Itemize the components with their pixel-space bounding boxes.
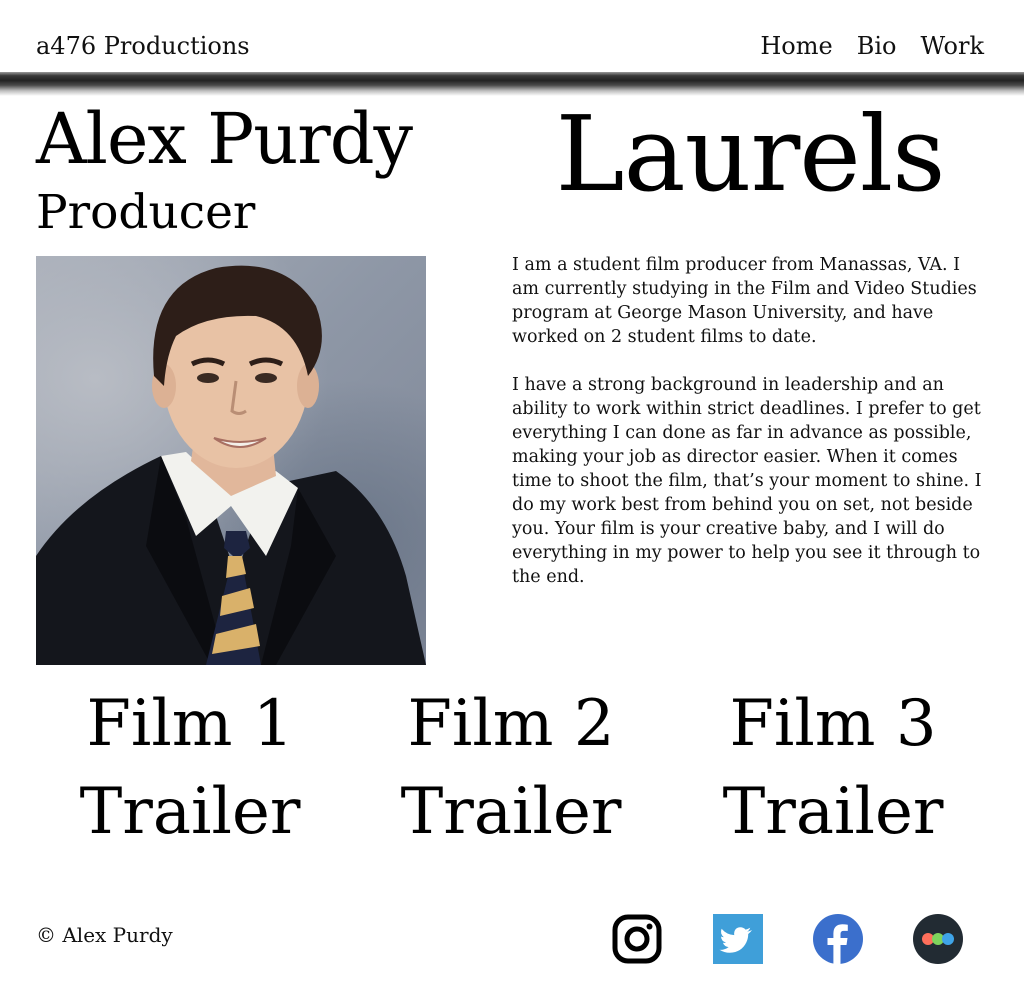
twitter-link[interactable]: [713, 914, 763, 964]
trailer-title: Film 1: [86, 687, 294, 761]
bio-paragraph-1: I am a student film producer from Manass…: [512, 255, 977, 347]
flickr-icon: [913, 914, 963, 964]
flickr-link[interactable]: [913, 914, 963, 964]
twitter-icon: [713, 914, 763, 964]
copyright-text: © Alex Purdy: [36, 923, 173, 947]
trailer-subtitle: Trailer: [79, 775, 301, 849]
facebook-icon: [813, 914, 863, 964]
nav-home-link[interactable]: Home: [760, 31, 832, 61]
portrait-illustration: [36, 265, 426, 665]
trailer-title: Film 2: [407, 687, 615, 761]
film-1-trailer-link[interactable]: Film 1 Trailer: [45, 680, 335, 856]
site-header: a476 Productions Home Bio Work: [0, 0, 1024, 74]
instagram-link[interactable]: [612, 914, 662, 964]
main-nav: Home Bio Work: [760, 31, 984, 61]
trailer-subtitle: Trailer: [400, 775, 622, 849]
brand-logo-text[interactable]: a476 Productions: [36, 31, 250, 61]
facebook-link[interactable]: [813, 914, 863, 964]
trailer-title: Film 3: [729, 687, 937, 761]
bio-paragraph-2: I have a strong background in leadership…: [512, 375, 982, 587]
nav-work-link[interactable]: Work: [920, 31, 984, 61]
film-3-trailer-link[interactable]: Film 3 Trailer: [688, 680, 978, 856]
profile-name: Alex Purdy: [36, 98, 413, 180]
profile-photo: [36, 256, 426, 665]
nav-bio-link[interactable]: Bio: [857, 31, 897, 61]
laurels-heading: Laurels: [555, 93, 946, 215]
trailer-subtitle: Trailer: [722, 775, 944, 849]
instagram-icon: [612, 914, 662, 964]
bio-text: I am a student film producer from Manass…: [512, 253, 988, 613]
profile-role: Producer: [36, 185, 256, 240]
film-2-trailer-link[interactable]: Film 2 Trailer: [366, 680, 656, 856]
